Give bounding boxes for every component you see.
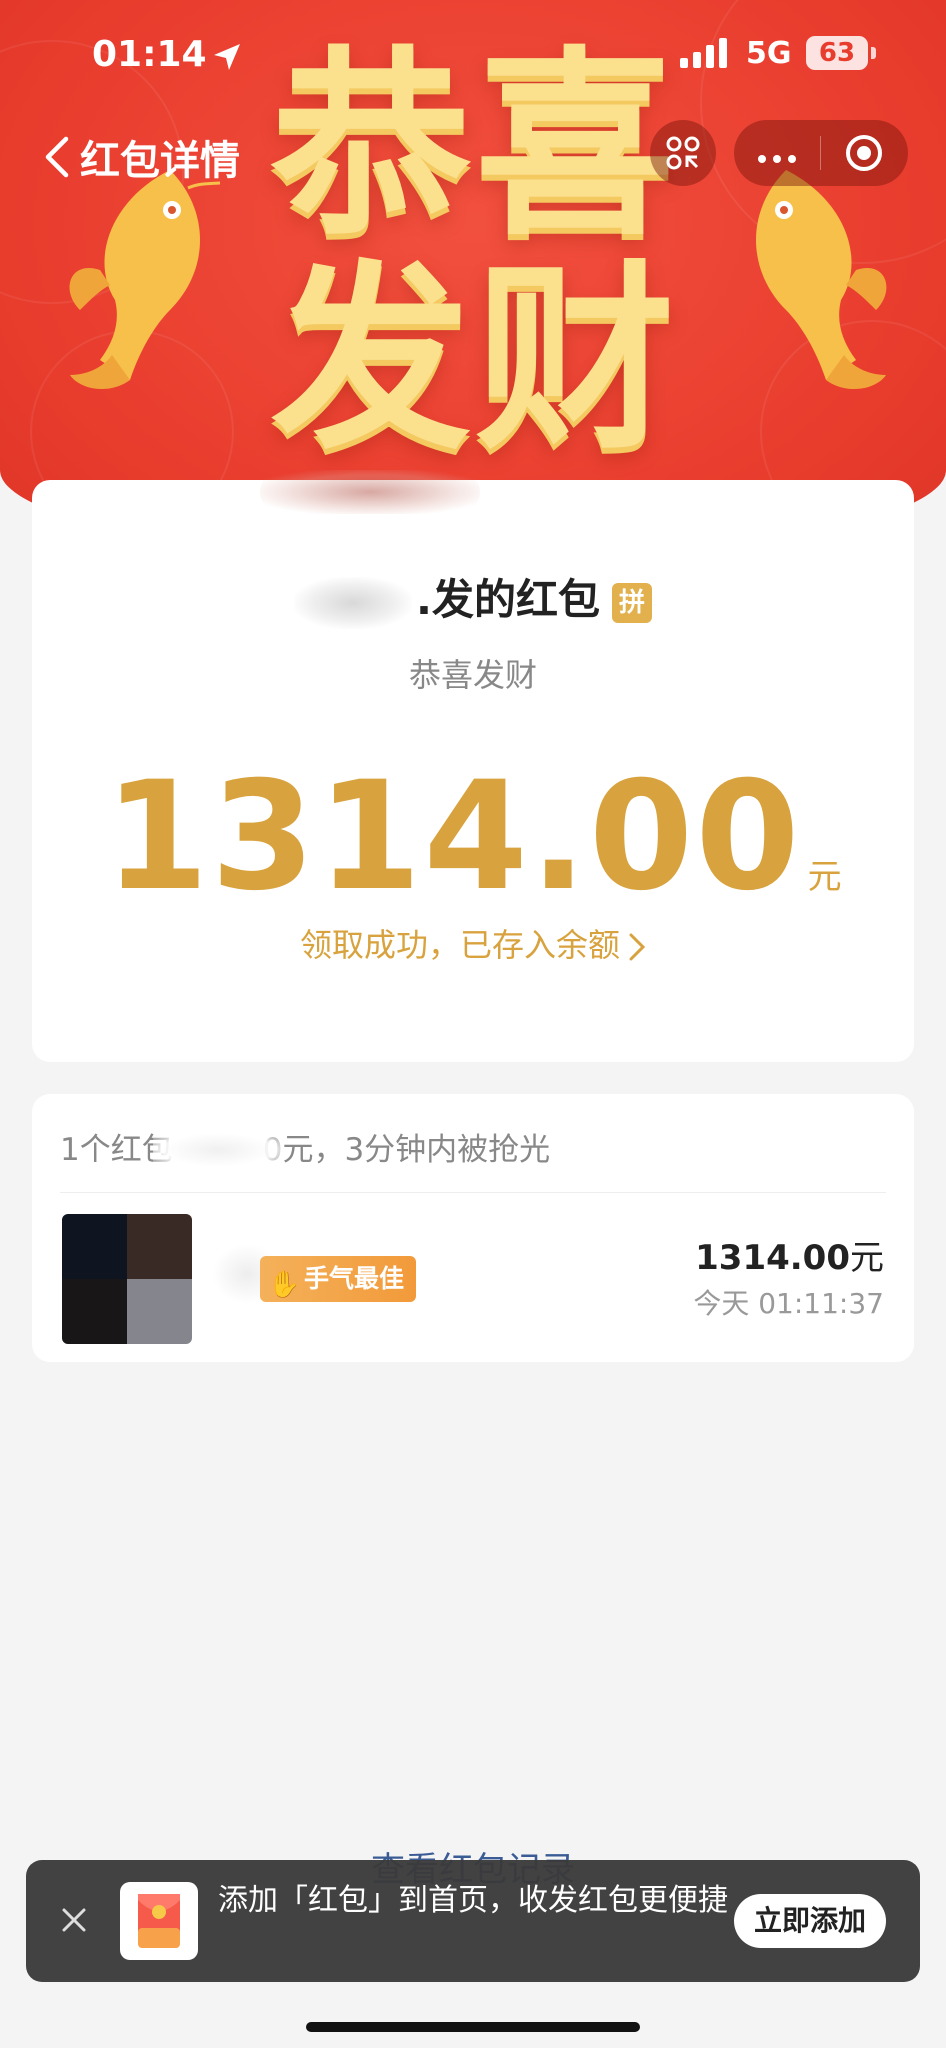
battery-indicator: 63: [806, 36, 868, 70]
avatar: [62, 1214, 192, 1344]
location-arrow-icon: [214, 44, 240, 70]
avatar-pixel: [62, 1214, 127, 1279]
sender-line: .发的红包拼: [32, 566, 914, 629]
record-amount: 1314.00元: [695, 1230, 884, 1279]
nav-bar: 红包详情: [0, 110, 946, 198]
red-packet-icon: [138, 1894, 180, 1948]
add-now-button[interactable]: 立即添加: [734, 1894, 886, 1948]
deposit-link[interactable]: 领取成功，已存入余额: [32, 920, 914, 966]
page-title: 红包详情: [80, 138, 240, 184]
deposit-text: 领取成功，已存入余额: [299, 926, 620, 964]
envelope-wish: 恭喜发财: [408, 656, 537, 694]
more-dots-icon: [758, 155, 796, 163]
record-time: 今天 01:11:37: [693, 1287, 884, 1320]
chevron-right-icon: [629, 933, 646, 961]
miniprogram-capsule: [734, 120, 908, 186]
chevron-left-icon: [45, 136, 69, 178]
avatar-pixel: [62, 1279, 127, 1344]
close-circle-icon: [846, 135, 882, 171]
amount-unit: 元: [807, 857, 842, 897]
signal-icon: [680, 38, 727, 68]
home-indicator: [306, 2022, 640, 2032]
more-button[interactable]: [734, 123, 820, 183]
scan-icon: [666, 136, 700, 170]
divider: [60, 1192, 886, 1193]
status-time: 01:14: [92, 34, 207, 75]
scan-button[interactable]: [650, 120, 716, 186]
record-amount-value: 1314.00: [695, 1238, 850, 1278]
group-badge: 拼: [611, 582, 652, 623]
toast-message: 添加「红包」到首页，收发红包更便捷: [218, 1883, 728, 1918]
sender-text: .发的红包: [416, 575, 600, 624]
status-bar: 01:14 5G 63: [0, 0, 946, 110]
record-list-card: 1个红包 0元，3分钟内被抢光 ✋ 手气最佳 1314.00元 今天 01:11:3…: [32, 1094, 914, 1362]
record-amount-unit: 元: [850, 1238, 884, 1278]
close-miniprogram-button[interactable]: [821, 133, 907, 173]
received-amount: 1314.00: [104, 750, 802, 924]
network-type: 5G: [746, 36, 792, 71]
avatar-pixel: [127, 1279, 192, 1344]
close-icon[interactable]: [56, 1902, 92, 1938]
add-to-home-toast: 添加「红包」到首页，收发红包更便捷 立即添加: [26, 1860, 920, 1982]
avatar-blurred: [260, 470, 480, 514]
record-summary: 1个红包 0元，3分钟内被抢光: [60, 1124, 550, 1172]
sender-name-blurred: [294, 576, 413, 629]
summary-suffix: 0元，3分钟内被抢光: [262, 1132, 551, 1168]
amount-row: 1314.00 元: [32, 750, 914, 924]
battery-cap: [871, 47, 876, 59]
app-icon: [120, 1882, 198, 1960]
thumb-icon: ✋: [268, 1270, 301, 1300]
avatar-pixel: [127, 1214, 192, 1279]
summary-blurred: [152, 1129, 283, 1170]
luckiest-label: 手气最佳: [304, 1264, 405, 1293]
luckiest-badge: ✋ 手气最佳: [260, 1256, 417, 1302]
envelope-card: .发的红包拼 恭喜发财 1314.00 元 领取成功，已存入余额: [32, 480, 914, 1062]
back-button[interactable]: 红包详情: [44, 128, 240, 186]
